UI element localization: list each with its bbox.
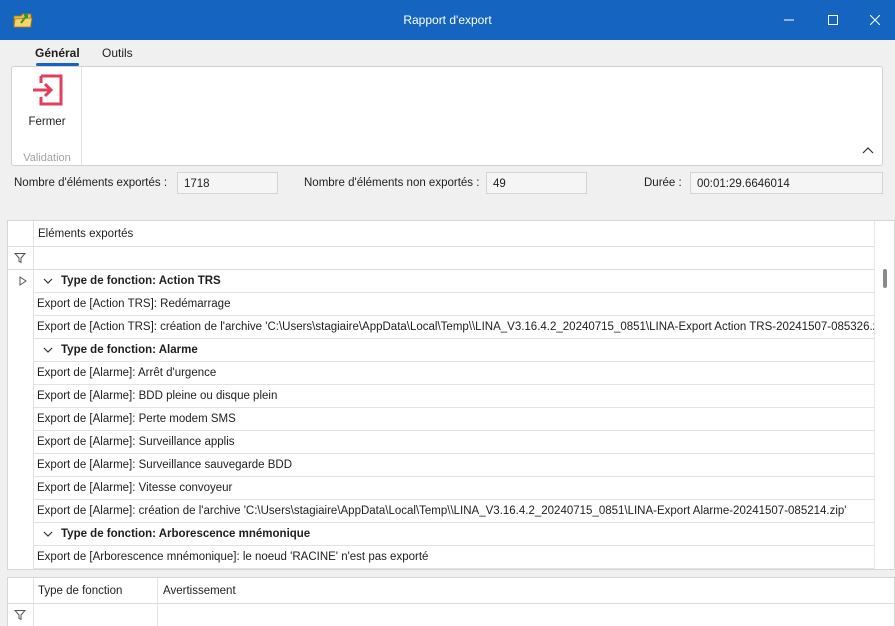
- table-row[interactable]: Export de [Action TRS]: Redémarrage: [34, 293, 874, 316]
- group-row-label: Type de fonction: Arborescence mnémoniqu…: [61, 528, 311, 540]
- exported-count-field: 1718: [177, 172, 278, 194]
- chevron-down-icon[interactable]: [43, 530, 53, 538]
- vertical-scrollbar[interactable]: [874, 221, 894, 569]
- grid-header: Type de fonction Avertissement: [8, 578, 894, 604]
- filter-icon[interactable]: [14, 252, 26, 264]
- exit-icon: [33, 74, 63, 106]
- column-header-warning[interactable]: Avertissement: [163, 585, 236, 597]
- tab-general[interactable]: Général: [35, 46, 80, 60]
- row-cell-text: Export de [Alarme]: Vitesse convoyeur: [37, 482, 233, 494]
- table-row[interactable]: Export de [Alarme]: Perte modem SMS: [34, 408, 874, 431]
- warnings-grid: Type de fonction Avertissement: [7, 577, 895, 626]
- filter-row[interactable]: [8, 604, 894, 626]
- minimize-icon: [784, 19, 794, 21]
- title-bar: Rapport d'export: [0, 0, 895, 40]
- grid-header: Eléments exportés: [8, 221, 894, 247]
- filter-icon[interactable]: [14, 609, 26, 621]
- column-header-exported[interactable]: Eléments exportés: [38, 228, 133, 240]
- row-cell-text: Export de [Alarme]: BDD pleine ou disque…: [37, 390, 278, 402]
- tab-outils[interactable]: Outils: [102, 46, 133, 60]
- ribbon-group-validation: Fermer Validation: [12, 67, 82, 165]
- not-exported-count-field: 49: [486, 172, 587, 194]
- exported-count-label: Nombre d'éléments exportés :: [14, 177, 168, 189]
- exported-elements-grid: Eléments exportés Type de fonction: Acti…: [7, 220, 895, 570]
- scrollbar-thumb[interactable]: [883, 269, 887, 288]
- window-title: Rapport d'export: [403, 13, 492, 27]
- row-cell-text: Export de [Action TRS]: Redémarrage: [37, 298, 231, 310]
- table-row[interactable]: Export de [Action TRS]: création de l'ar…: [34, 316, 890, 339]
- table-row[interactable]: Export de [Arborescence mnémonique]: le …: [34, 546, 874, 569]
- group-row[interactable]: Type de fonction: Alarme: [34, 339, 874, 362]
- not-exported-count-label: Nombre d'éléments non exportés :: [304, 177, 480, 189]
- minimize-button[interactable]: [766, 0, 812, 40]
- fermer-label: Fermer: [28, 116, 66, 128]
- row-cell-text: Export de [Alarme]: Surveillance applis: [37, 436, 235, 448]
- group-row[interactable]: Type de fonction: Action TRS: [34, 270, 874, 293]
- group-row-label: Type de fonction: Alarme: [61, 344, 198, 356]
- ribbon-group-label: Validation: [23, 152, 71, 164]
- row-cell-text: Export de [Alarme]: Perte modem SMS: [37, 413, 236, 425]
- column-header-type[interactable]: Type de fonction: [38, 585, 122, 597]
- grid-rows: Type de fonction: Action TRS Export de [A…: [34, 270, 890, 569]
- fermer-button[interactable]: Fermer: [15, 69, 79, 133]
- row-cell-text: Export de [Alarme]: Arrêt d'urgence: [37, 367, 217, 379]
- row-cell-text: Export de [Action TRS]: création de l'ar…: [37, 321, 890, 333]
- row-header-column: [8, 221, 34, 569]
- table-row[interactable]: Export de [Alarme]: Surveillance sauvega…: [34, 454, 874, 477]
- duration-label: Durée :: [644, 177, 682, 189]
- duration-field: 00:01:29.6646014: [690, 172, 883, 194]
- chevron-down-icon[interactable]: [43, 277, 53, 285]
- table-row[interactable]: Export de [Alarme]: Arrêt d'urgence: [34, 362, 874, 385]
- row-cell-text: Export de [Arborescence mnémonique]: le …: [37, 551, 429, 563]
- group-row[interactable]: Type de fonction: Arborescence mnémoniqu…: [34, 523, 874, 546]
- group-row-label: Type de fonction: Action TRS: [61, 275, 221, 287]
- close-icon: [870, 15, 880, 25]
- chevron-down-icon[interactable]: [43, 346, 53, 354]
- table-row[interactable]: Export de [Alarme]: Surveillance applis: [34, 431, 874, 454]
- table-row[interactable]: Export de [Alarme]: Vitesse convoyeur: [34, 477, 874, 500]
- row-cell-text: Export de [Alarme]: Surveillance sauvega…: [37, 459, 293, 471]
- row-cell-text: Export de [Alarme]: création de l'archiv…: [37, 505, 847, 517]
- maximize-icon: [828, 15, 838, 25]
- table-row[interactable]: Export de [Alarme]: BDD pleine ou disque…: [34, 385, 874, 408]
- ribbon-panel: Fermer Validation: [11, 66, 883, 166]
- table-row[interactable]: Export de [Alarme]: création de l'archiv…: [34, 500, 874, 523]
- maximize-button[interactable]: [810, 0, 856, 40]
- close-window-button[interactable]: [852, 0, 895, 40]
- collapse-ribbon-icon[interactable]: [860, 143, 876, 159]
- filter-row[interactable]: [8, 247, 894, 270]
- current-row-pointer-icon: [19, 276, 27, 286]
